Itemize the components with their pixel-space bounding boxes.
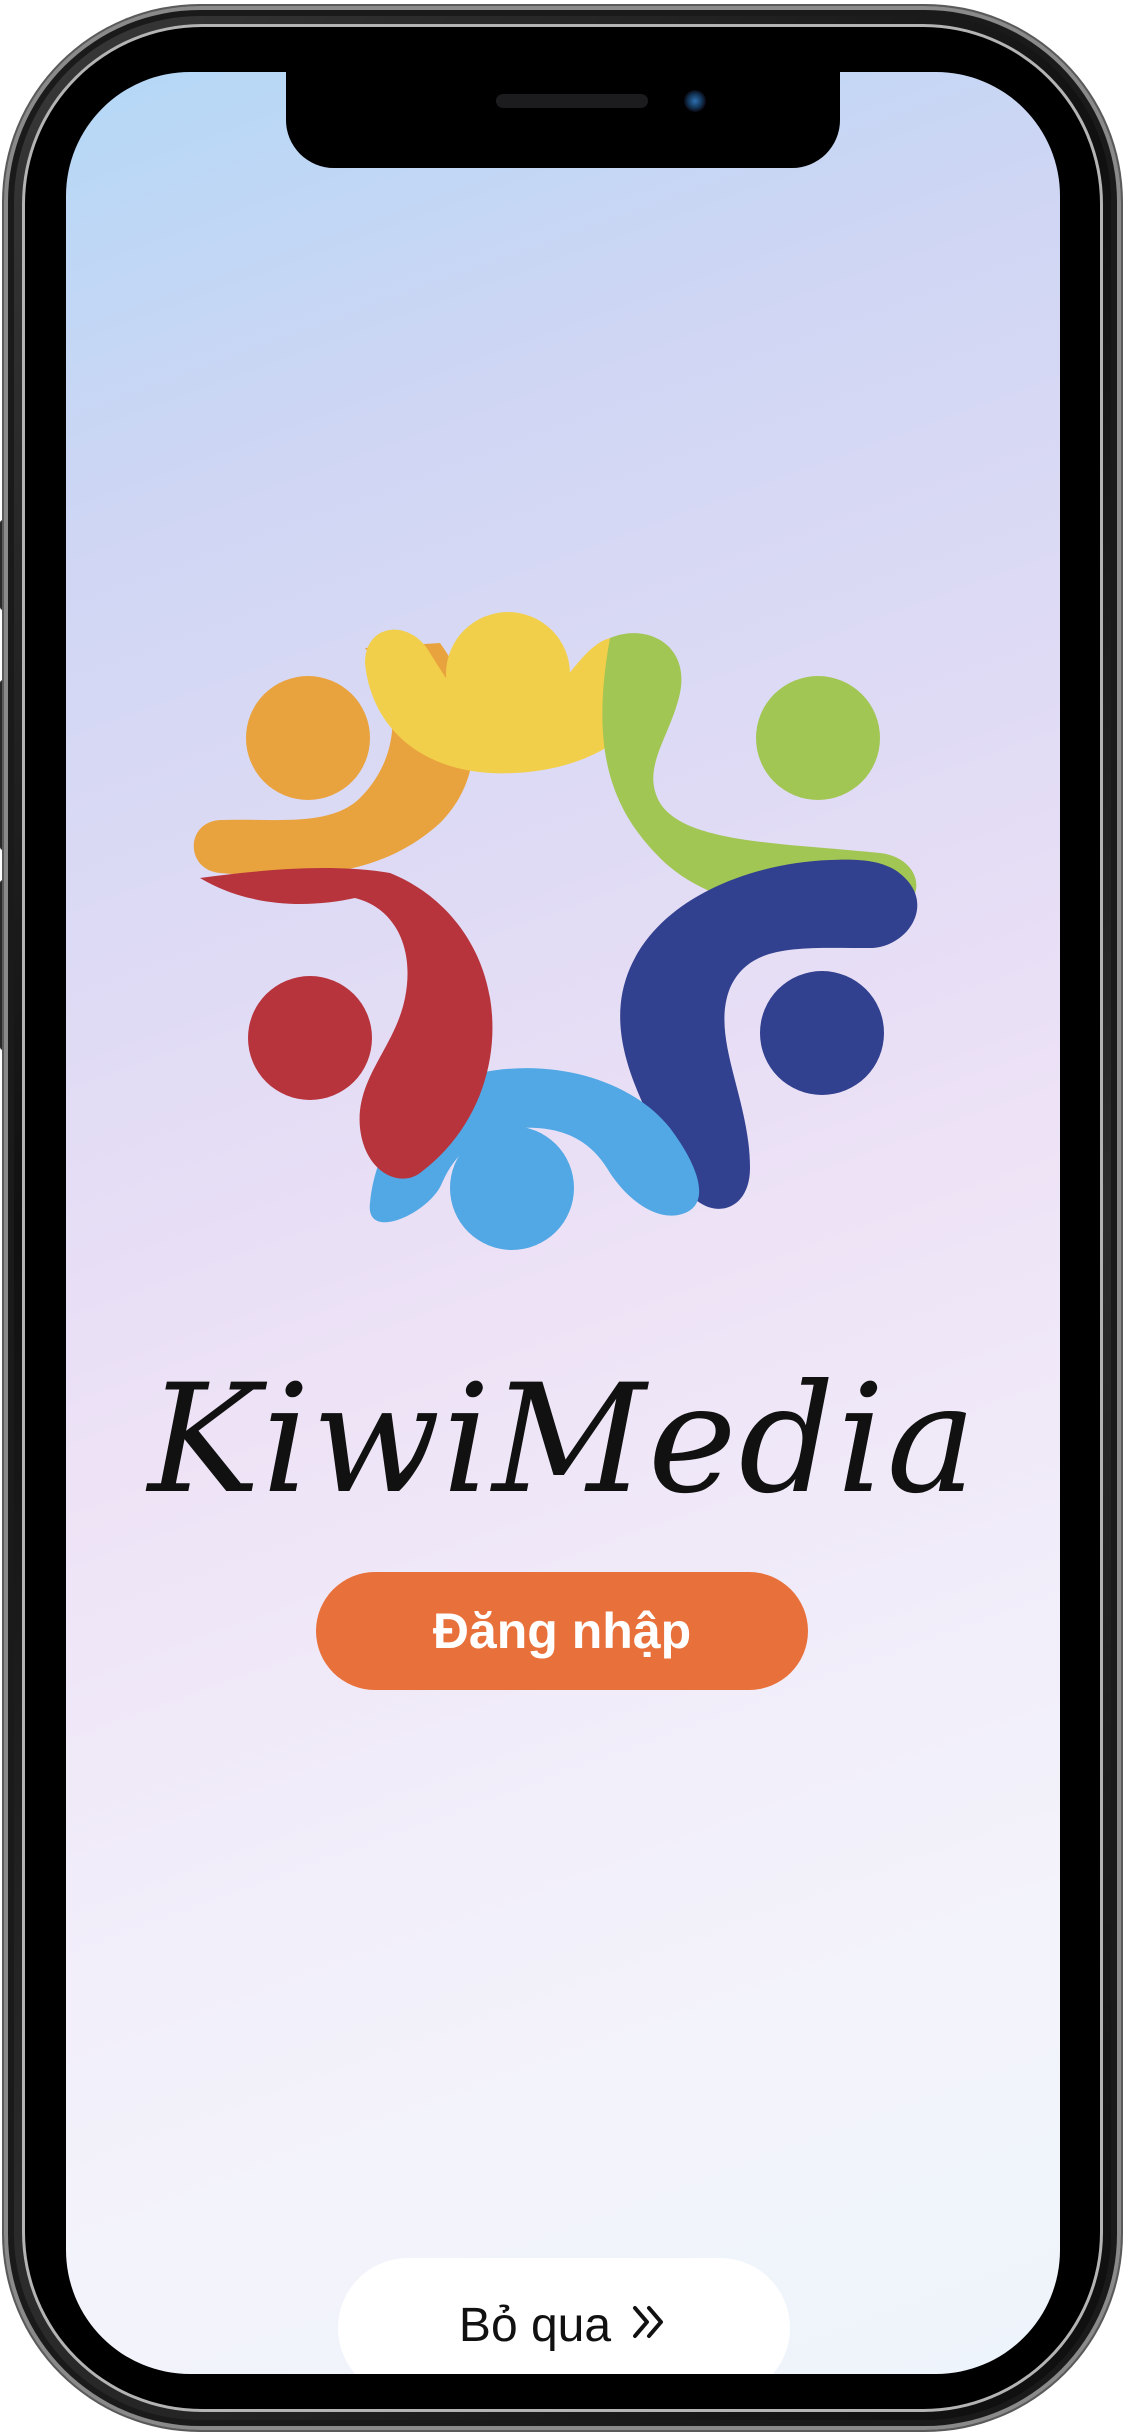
earpiece-speaker	[496, 94, 648, 108]
skip-button[interactable]: Bỏ qua	[338, 2258, 790, 2374]
login-button[interactable]: Đăng nhập	[316, 1572, 808, 1690]
logo-figure-red	[200, 868, 493, 1179]
device-mockup: KiwiMedia Đăng nhập Bỏ qua	[0, 0, 1125, 2436]
community-circle-logo	[193, 612, 918, 1250]
skip-button-label: Bỏ qua	[458, 2299, 612, 2352]
device-notch	[286, 72, 840, 168]
app-screen: KiwiMedia Đăng nhập Bỏ qua	[66, 72, 1060, 2374]
front-camera-icon	[684, 90, 706, 112]
login-button-label: Đăng nhập	[432, 1603, 692, 1659]
double-chevron-right-icon	[633, 2306, 664, 2338]
brand-wordmark: KiwiMedia	[147, 1353, 979, 1527]
